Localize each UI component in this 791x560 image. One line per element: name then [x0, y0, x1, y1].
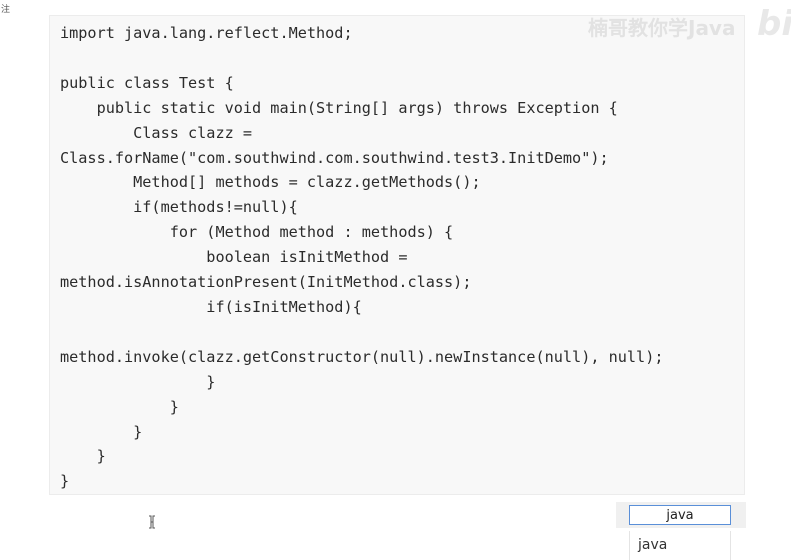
code-line: Class.forName("com.southwind.com.southwi…	[60, 148, 609, 167]
code-line: }	[60, 422, 143, 441]
code-line: Method[] methods = clazz.getMethods();	[60, 173, 481, 192]
bilibili-logo: bili	[757, 4, 791, 44]
text-cursor-icon	[149, 515, 155, 529]
code-line: method.invoke(clazz.getConstructor(null)…	[60, 347, 664, 366]
search-input[interactable]	[629, 505, 731, 525]
code-line: }	[60, 372, 216, 391]
code-block: import java.lang.reflect.Method; public …	[49, 15, 745, 495]
code-line: }	[60, 397, 179, 416]
code-line: for (Method method : methods) {	[60, 223, 454, 242]
suggestion-item[interactable]: java	[638, 537, 667, 553]
code-line: import java.lang.reflect.Method;	[60, 24, 353, 42]
code-line: boolean isInitMethod =	[60, 248, 408, 267]
code-line: method.isAnnotationPresent(InitMethod.cl…	[60, 273, 472, 292]
channel-watermark: 楠哥教你学Java	[588, 16, 736, 40]
code-line: }	[60, 472, 70, 491]
page: 注 import java.lang.reflect.Method; publi…	[0, 0, 791, 560]
code-line: if(methods!=null){	[60, 198, 298, 217]
corner-label: 注	[1, 5, 11, 15]
code-text: import java.lang.reflect.Method; public …	[60, 21, 663, 494]
code-line: Class clazz =	[60, 123, 253, 142]
code-line: public static void main(String[] args) t…	[60, 98, 618, 117]
search-suggestions: java	[629, 531, 731, 560]
code-line: public class Test {	[60, 73, 234, 92]
code-line: }	[60, 447, 106, 466]
code-line: if(isInitMethod){	[60, 297, 362, 316]
